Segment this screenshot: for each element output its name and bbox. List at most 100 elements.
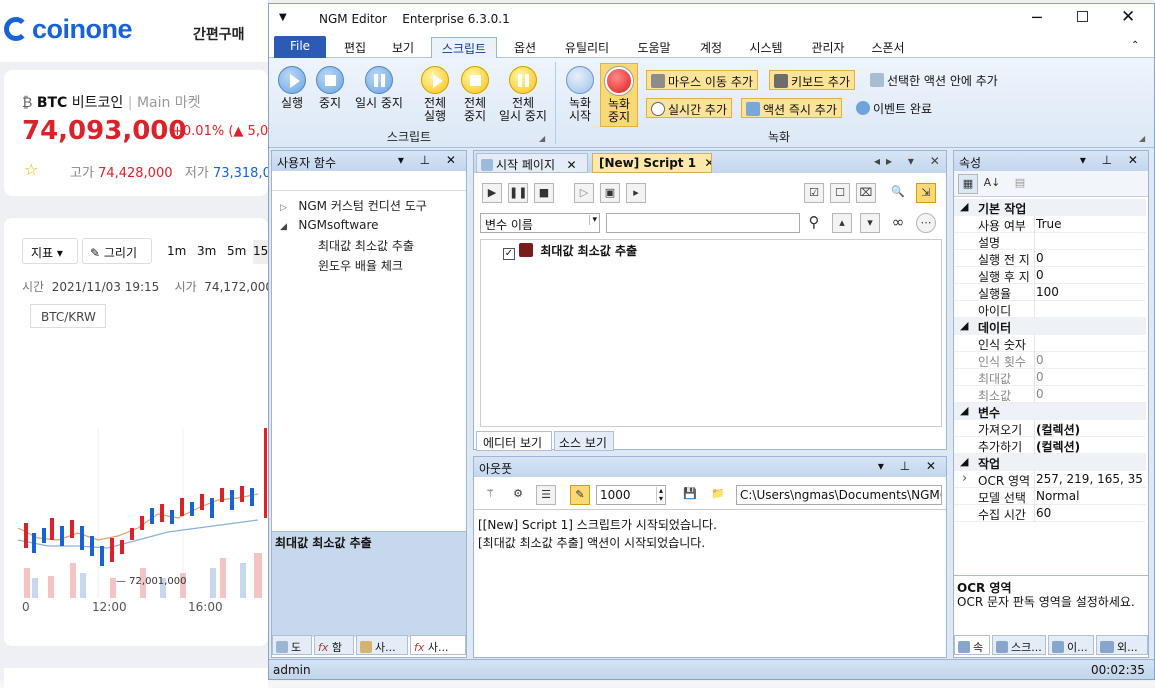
categorized-icon[interactable]: ▦ [958,174,978,194]
tab-options[interactable]: 옵션 [505,37,545,58]
property-row[interactable]: 설명 [954,233,1146,250]
stepper-arrows-icon[interactable]: ▴ ▾ [655,487,663,503]
close-tab-icon[interactable]: ✕ [566,158,576,172]
stop-script-icon[interactable]: ■ [534,183,554,203]
event-done-button[interactable]: 이벤트 완료 [852,98,936,118]
collapse-ribbon-icon[interactable]: ⌃ [1131,40,1139,51]
eraser-icon[interactable]: ✎ [570,485,590,505]
close-icon[interactable]: ✕ [1121,7,1135,27]
property-value[interactable]: 0 [1036,353,1044,367]
dialog-launcher-icon[interactable]: ◢ [539,134,545,143]
property-row[interactable]: 사용 여부 True [954,216,1146,233]
right-tab-3[interactable]: 외... [1096,635,1148,655]
property-row[interactable]: 실행율 100 [954,284,1146,301]
check-outline-icon[interactable]: ☐ [830,183,850,203]
stop-all-button[interactable]: 전체 중지 [457,66,493,123]
left-tab-0[interactable]: 도 [272,635,312,655]
tab-account[interactable]: 계정 [693,37,729,58]
property-value[interactable]: 0 [1036,387,1044,401]
add-realtime-button[interactable]: 실시간 추가 [646,98,733,118]
more-icon[interactable]: ⋯ [916,213,936,233]
tree-item-condition-tools[interactable]: ▷ NGM 커스텀 컨디션 도구 [280,197,427,214]
loop-icon[interactable]: ∞ [888,213,908,233]
log-path-input[interactable]: C:\Users\ngmas\Documents\NGM6\ [736,485,942,505]
pause-script-icon[interactable]: ❚❚ [508,183,528,203]
tab-start-page[interactable]: 시작 페이지 ✕ [476,153,588,173]
find-icon[interactable]: 🔍 [888,183,908,203]
pair-chip[interactable]: BTC/KRW [30,304,106,328]
folder-icon[interactable]: 📁 [708,485,728,505]
line-count-stepper[interactable]: 1000 ▴ ▾ [596,485,666,505]
property-row[interactable]: 수집 시간 60 [954,505,1146,522]
property-value[interactable]: (컬렉션) [1036,421,1080,438]
tab-script[interactable]: 스크립트 [431,37,497,58]
list-icon[interactable]: ☰ [536,485,556,505]
tab-admin[interactable]: 관리자 [805,37,851,58]
property-value[interactable]: 0 [1036,370,1044,384]
properties-controls-icon[interactable]: ▾ ⊥ ✕ [1080,153,1144,167]
draw-button[interactable]: ✎ 그리기 [82,238,152,264]
delete-icon[interactable]: ⌧ [856,183,876,203]
search-input[interactable] [606,213,800,233]
indicator-button[interactable]: 지표 ▾ [22,238,78,264]
tab-system[interactable]: 시스템 [743,37,789,58]
tab-view[interactable]: 보기 [383,37,423,58]
coinone-logo[interactable]: coinone [4,14,133,45]
expand-icon[interactable]: › [962,471,967,486]
file-tab[interactable]: File [274,36,326,58]
collapse-icon[interactable]: ◢ [960,200,968,213]
property-row[interactable]: 최소값 0 [954,386,1146,403]
property-category-cat-basic[interactable]: ◢ 기본 작업 [954,199,1146,216]
right-tab-1[interactable]: 스크... [992,635,1046,655]
add-in-selected-button[interactable]: 선택한 액션 안에 추가 [866,70,1002,90]
property-row[interactable]: OCR 영역 257, 219, 165, 35 › [954,471,1146,488]
output-controls-icon[interactable]: ▾ ⊥ ✕ [878,459,942,473]
tree-item-window-scale[interactable]: 윈도우 배율 체크 [318,257,403,274]
property-row[interactable]: 추가하기 (컬렉션) [954,437,1146,454]
tree-item-ngmsoftware[interactable]: ◢ NGMsoftware [280,218,379,232]
record-start-button[interactable]: 녹화 시작 [563,66,597,123]
editor-view-tab[interactable]: 에디터 보기 [476,431,552,451]
tab-utility[interactable]: 유틸리티 [557,37,617,58]
hierarchy-icon[interactable]: ⇲ [916,183,936,203]
property-row[interactable]: 가져오기 (컬렉션) [954,420,1146,437]
run-all-button[interactable]: 전체 실행 [417,66,453,123]
tab-sponsor[interactable]: 스폰서 [865,37,911,58]
property-row[interactable]: 모델 선택 Normal [954,488,1146,505]
run-script-icon[interactable]: ▶ [482,183,502,203]
maximize-icon[interactable] [1077,11,1088,22]
step-over-icon[interactable]: ▸ [626,183,646,203]
panel-controls-icon[interactable]: ▾ ⊥ ✕ [398,153,462,167]
left-tab-2[interactable]: 사... [356,635,408,655]
interval-1m[interactable]: 1m [167,244,186,258]
property-row[interactable]: 최대값 0 [954,369,1146,386]
pause-button[interactable]: 일시 중지 [351,66,407,110]
action-checkbox[interactable]: ✓ [503,248,515,260]
add-action-now-button[interactable]: 액션 즉시 추가 [741,98,842,118]
action-item[interactable]: ✓ 최대값 최소값 추출 [503,242,637,260]
search-icon[interactable]: ⚲ [804,213,824,233]
step-into-icon[interactable]: ▣ [600,183,620,203]
property-row[interactable]: 아이디 [954,301,1146,318]
property-category-cat-data[interactable]: ◢ 데이터 [954,318,1146,335]
right-tab-2[interactable]: 이... [1048,635,1094,655]
property-value[interactable]: 0 [1036,251,1044,265]
star-icon[interactable]: ☆ [24,160,38,179]
property-value[interactable]: 100 [1036,285,1059,299]
property-category-cat-task[interactable]: ◢ 작업 [954,454,1146,471]
tab-new-script[interactable]: [New] Script 1 ✕ [592,153,712,173]
sort-az-icon[interactable]: A↓ [982,174,1002,194]
record-stop-button[interactable]: 녹화 중지 [600,63,638,127]
settings-doc-icon[interactable]: ⚙ [508,485,528,505]
run-button[interactable]: 실행 [275,66,309,110]
property-row[interactable]: 실행 전 지 0 [954,250,1146,267]
property-value[interactable]: True [1036,217,1062,231]
minimize-icon[interactable]: ─ [1032,8,1042,27]
pause-all-button[interactable]: 전체 일시 중지 [495,66,551,123]
move-up-icon[interactable]: ▴ [832,213,852,233]
collapse-icon[interactable]: ◢ [960,319,968,332]
tab-edit[interactable]: 편집 [335,37,375,58]
title-bar[interactable]: ▼ NGM Editor Enterprise 6.3.0.1 ─ ✕ [269,4,1154,34]
step-icon[interactable]: ▷ [574,183,594,203]
property-value[interactable]: 0 [1036,268,1044,282]
